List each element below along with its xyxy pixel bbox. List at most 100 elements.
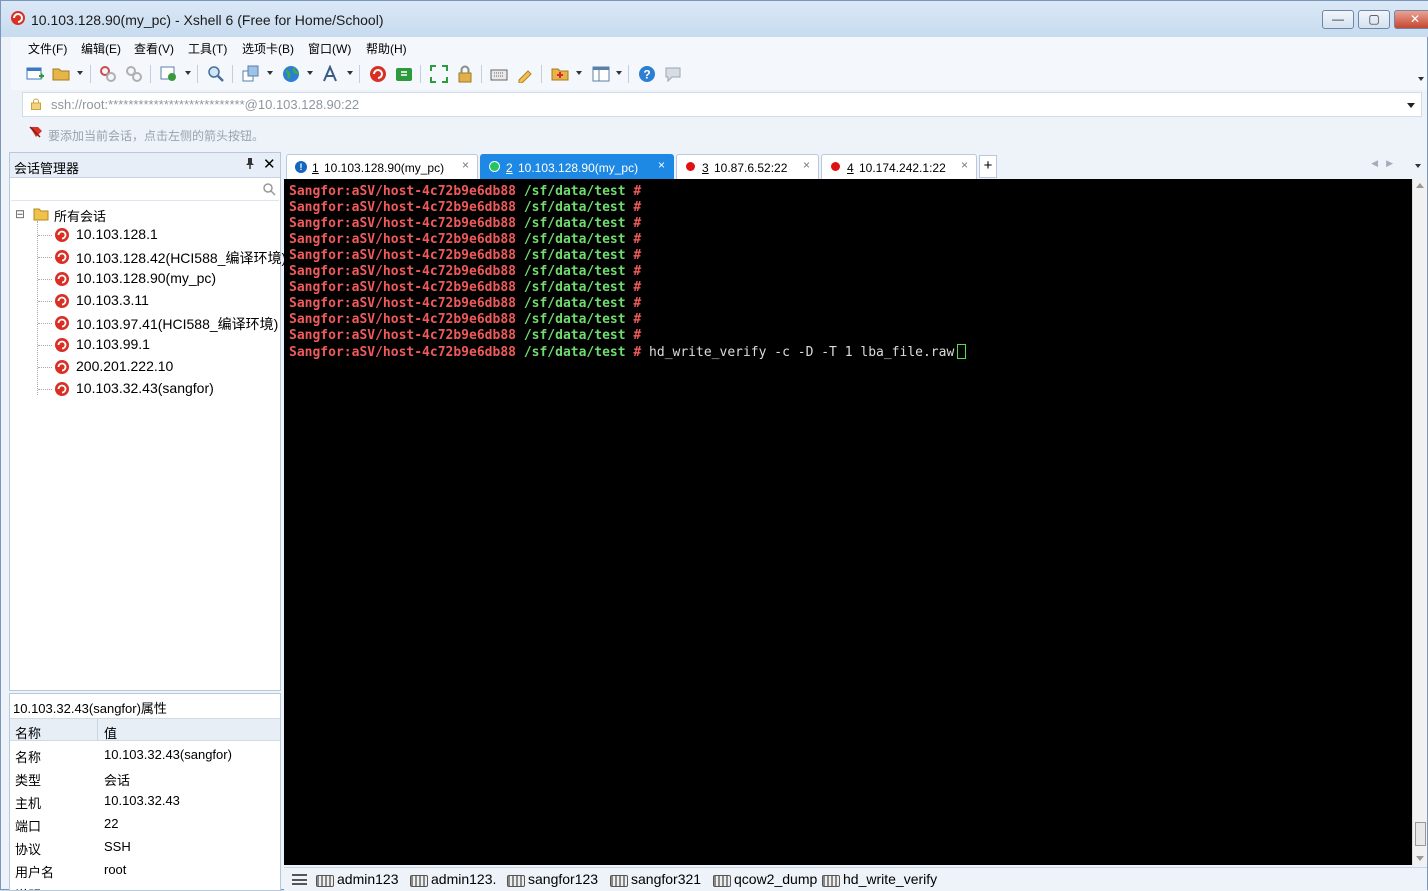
chevron-down-icon[interactable]	[576, 71, 582, 75]
pin-icon[interactable]	[244, 157, 256, 172]
menu-bar: 文件(F) 编辑(E) 查看(V) 工具(T) 选项卡(B) 窗口(W) 帮助(…	[11, 37, 1427, 59]
property-row[interactable]: 类型 会话	[10, 766, 280, 789]
chevron-down-icon[interactable]	[77, 71, 83, 75]
terminal-scrollbar[interactable]	[1412, 179, 1427, 865]
menu-tabs[interactable]: 选项卡(B)	[242, 40, 294, 57]
globe-icon[interactable]	[281, 64, 301, 84]
quick-command-label: admin123	[337, 871, 399, 887]
connect-icon[interactable]	[98, 64, 118, 84]
title-bar: 10.103.128.90(my_pc) - Xshell 6 (Free fo…	[1, 1, 1428, 37]
menu-view[interactable]: 查看(V)	[134, 40, 174, 57]
terminal-line: Sangfor:aSV/host-4c72b9e6db88 /sf/data/t…	[289, 312, 1412, 328]
chevron-down-icon[interactable]	[185, 71, 191, 75]
terminal-output[interactable]: Sangfor:aSV/host-4c72b9e6db88 /sf/data/t…	[284, 179, 1412, 865]
property-value: 22	[104, 816, 119, 831]
keyboard-icon	[713, 875, 731, 887]
toolbar-overflow-icon[interactable]	[1418, 77, 1424, 81]
address-lock-icon	[31, 98, 41, 110]
xftp-icon[interactable]	[394, 64, 414, 84]
prompt-path: /sf/data/test	[523, 280, 626, 295]
property-value: root	[104, 862, 127, 877]
menu-help[interactable]: 帮助(H)	[366, 40, 407, 57]
compose-icon[interactable]	[550, 64, 570, 84]
address-bar[interactable]: ssh://root:***************************@1…	[22, 92, 1422, 117]
terminal-cursor	[957, 344, 967, 359]
tab-close-icon[interactable]: ×	[658, 158, 665, 172]
chevron-down-icon[interactable]	[307, 71, 313, 75]
chevron-down-icon[interactable]	[616, 71, 622, 75]
chat-icon[interactable]	[663, 64, 683, 84]
terminal-line: Sangfor:aSV/host-4c72b9e6db88 /sf/data/t…	[289, 232, 1412, 248]
tab-session-4[interactable]: 4 10.174.242.1:22 ×	[821, 154, 977, 179]
minimize-button[interactable]: —	[1322, 10, 1354, 29]
collapse-toggle-icon[interactable]: ⊟	[15, 207, 25, 221]
menu-window[interactable]: 窗口(W)	[308, 40, 351, 57]
tab-scroll-arrows[interactable]: ◀▶	[1371, 158, 1401, 169]
open-folder-icon[interactable]	[51, 64, 71, 84]
menu-file[interactable]: 文件(F)	[28, 40, 67, 57]
property-row[interactable]: 主机 10.103.32.43	[10, 789, 280, 812]
find-icon[interactable]	[206, 64, 226, 84]
hint-text: 要添加当前会话，点击左侧的箭头按钮。	[48, 129, 265, 143]
column-value-header[interactable]: 值	[104, 723, 117, 742]
prompt-hash: #	[633, 232, 642, 247]
keyboard-icon[interactable]	[489, 64, 509, 84]
font-icon[interactable]	[321, 64, 341, 84]
session-icon	[55, 272, 69, 286]
session-search-input[interactable]	[11, 179, 279, 201]
terminal-line: Sangfor:aSV/host-4c72b9e6db88 /sf/data/t…	[289, 184, 1412, 200]
tab-number: 3	[702, 161, 709, 175]
close-icon[interactable]: ✕	[263, 155, 276, 173]
property-row[interactable]: 用户名 root	[10, 858, 280, 881]
new-session-icon[interactable]	[25, 64, 45, 84]
chevron-down-icon[interactable]	[267, 71, 273, 75]
session-manager-title: 会话管理器	[14, 161, 80, 176]
scroll-down-icon[interactable]	[1416, 856, 1424, 861]
tab-close-icon[interactable]: ×	[462, 158, 469, 172]
lock-icon[interactable]	[455, 64, 475, 84]
property-key: 端口	[15, 819, 42, 834]
prompt-hash: #	[633, 312, 642, 327]
scroll-up-icon[interactable]	[1416, 183, 1424, 188]
column-divider[interactable]	[97, 718, 98, 741]
fullscreen-icon[interactable]	[429, 64, 449, 84]
session-manager-panel: 会话管理器 ✕ ⊟ 所有会话 10.103.128.1 10.103.128.42…	[9, 152, 286, 691]
chevron-down-icon[interactable]	[347, 71, 353, 75]
property-row[interactable]: 协议 SSH	[10, 835, 280, 858]
address-dropdown-icon[interactable]	[1407, 103, 1415, 108]
disconnect-icon[interactable]	[124, 64, 144, 84]
tab-session-2[interactable]: 2 10.103.128.90(my_pc) ×	[480, 154, 674, 179]
scrollbar-thumb[interactable]	[1415, 822, 1426, 846]
add-session-arrow-icon[interactable]	[29, 126, 43, 140]
add-tab-button[interactable]: +	[979, 155, 997, 178]
tab-close-icon[interactable]: ×	[961, 158, 968, 172]
tab-list-dropdown-icon[interactable]	[1415, 164, 1421, 168]
window-title: 10.103.128.90(my_pc) - Xshell 6 (Free fo…	[31, 12, 384, 28]
prompt-host: Sangfor:aSV/host-4c72b9e6db88	[289, 296, 516, 311]
address-input[interactable]: ssh://root:***************************@1…	[51, 97, 359, 112]
menu-icon[interactable]	[292, 874, 307, 885]
session-icon	[55, 250, 69, 264]
maximize-button[interactable]: ▢	[1358, 10, 1390, 29]
search-icon[interactable]	[262, 182, 276, 196]
transfer-icon[interactable]	[241, 64, 261, 84]
property-row[interactable]: 名称 10.103.32.43(sangfor)	[10, 743, 280, 766]
properties-icon[interactable]	[159, 64, 179, 84]
tab-session-1[interactable]: ! 1 10.103.128.90(my_pc) ×	[286, 154, 478, 179]
menu-edit[interactable]: 编辑(E)	[81, 40, 121, 57]
column-name-header[interactable]: 名称	[15, 723, 41, 742]
tab-session-3[interactable]: 3 10.87.6.52:22 ×	[676, 154, 819, 179]
prompt-host: Sangfor:aSV/host-4c72b9e6db88	[289, 264, 516, 279]
property-key: 说明	[15, 885, 41, 890]
xshell-icon[interactable]	[368, 64, 388, 84]
property-value: 会话	[104, 773, 131, 788]
highlight-icon[interactable]	[515, 64, 535, 84]
property-value: 10.103.32.43	[104, 793, 180, 808]
prompt-path: /sf/data/test	[523, 232, 626, 247]
tab-close-icon[interactable]: ×	[803, 158, 810, 172]
property-row[interactable]: 端口 22	[10, 812, 280, 835]
help-icon[interactable]: ?	[637, 64, 657, 84]
layout-icon[interactable]	[591, 64, 611, 84]
close-button[interactable]: ✕	[1394, 10, 1428, 29]
menu-tools[interactable]: 工具(T)	[188, 40, 227, 57]
